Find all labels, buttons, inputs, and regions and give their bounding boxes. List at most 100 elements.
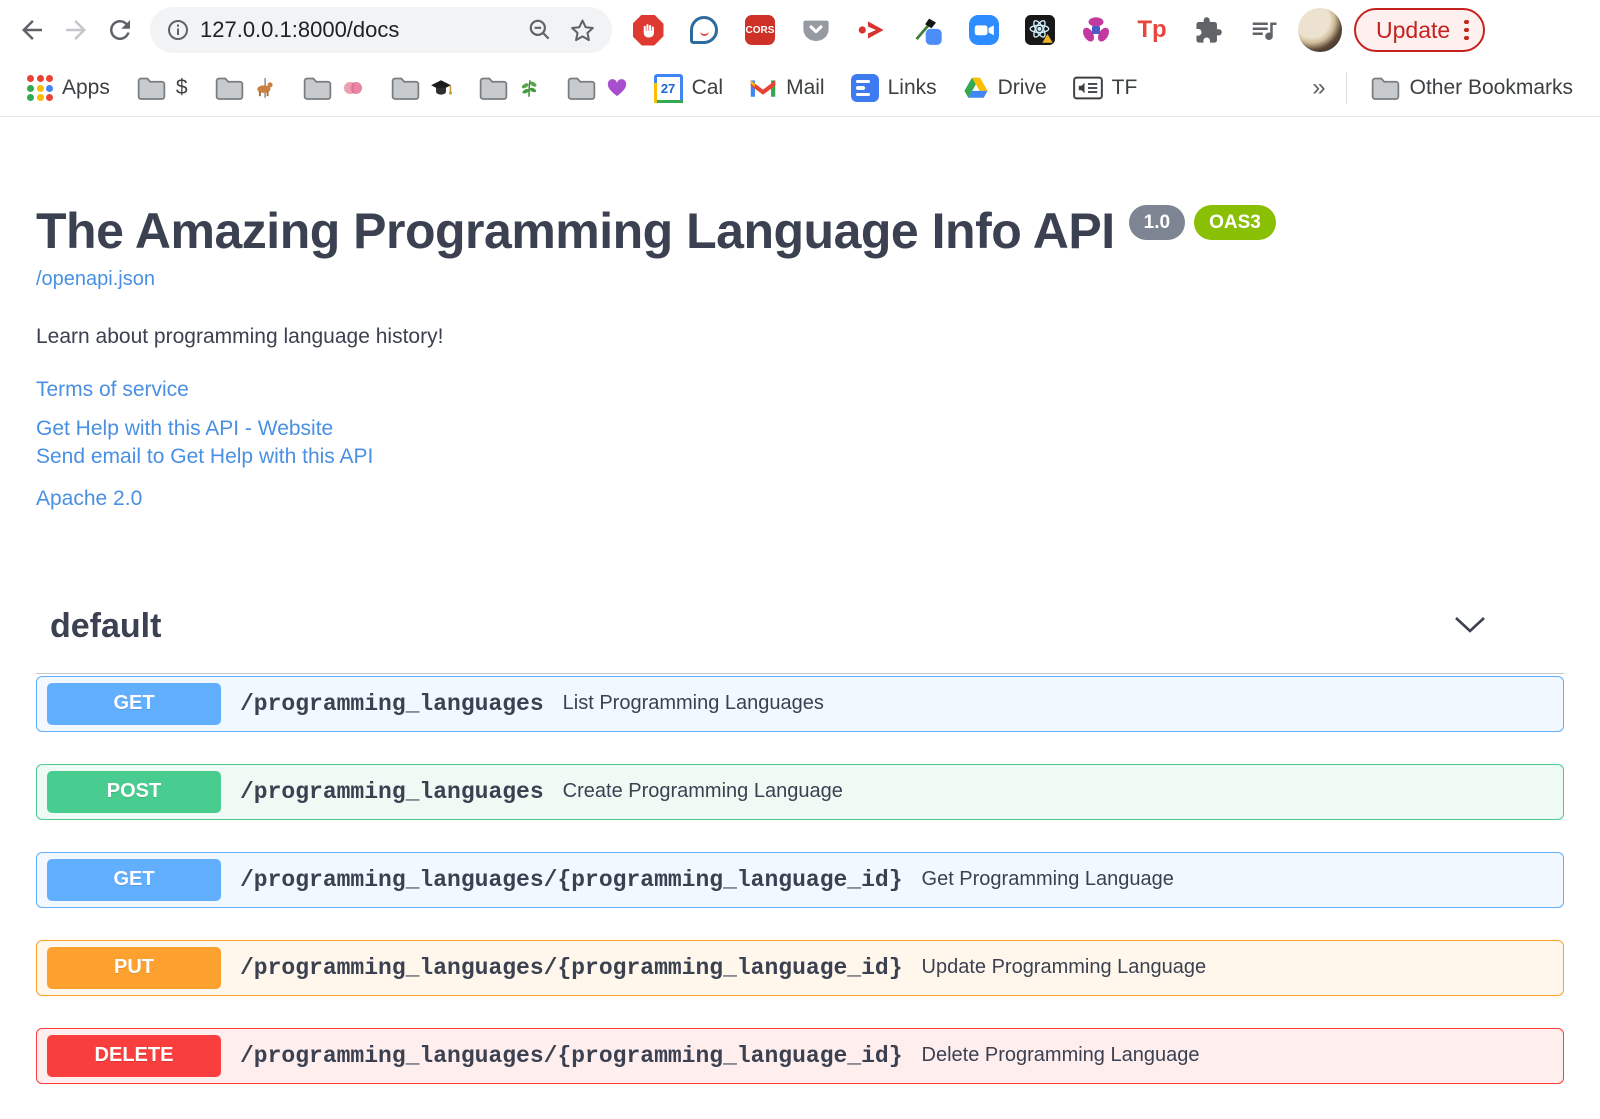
collapse-section-button[interactable] [1454,616,1564,636]
apps-grid-icon [27,75,53,101]
endpoint-summary: List Programming Languages [562,692,824,715]
media-queue-button[interactable] [1236,6,1292,54]
endpoint-path: /programming_languages [240,690,544,717]
zoom-meeting-extension-button[interactable] [956,6,1012,54]
tag-section-title: default [50,606,162,645]
folder-icon [303,77,331,100]
api-description: Learn about programming language history… [36,325,444,348]
update-button[interactable]: Update [1354,8,1485,52]
endpoint-put-update[interactable]: PUT /programming_languages/{programming_… [36,939,1564,996]
endpoint-summary: Delete Programming Language [921,1044,1200,1067]
terms-of-service-link[interactable]: Terms of service [36,378,1564,402]
help-website-link[interactable]: Get Help with this API - Website [36,415,1564,443]
bookmark-star-icon[interactable] [569,17,596,44]
send-arrow-extension-button[interactable] [844,6,900,54]
react-devtools-extension-button[interactable] [1012,6,1068,54]
extensions-button[interactable] [1180,6,1236,54]
endpoint-summary: Update Programming Language [921,956,1207,979]
page-info-icon[interactable] [166,18,190,42]
address-bar[interactable]: 127.0.0.1:8000/docs [150,7,612,53]
license-link[interactable]: Apache 2.0 [36,487,1564,511]
carousel-horse-icon [256,78,273,98]
bookmark-folder-herb[interactable] [465,68,553,108]
zoom-meeting-icon [969,15,999,45]
reload-icon [110,20,130,40]
endpoint-get-one[interactable]: GET /programming_languages/{programming_… [36,851,1564,908]
endpoint-path: /programming_languages [240,778,544,805]
folder-icon [391,77,419,100]
zoom-out-icon[interactable] [527,17,553,43]
version-badge: 1.0 [1128,205,1186,240]
bookmark-drive[interactable]: Drive [950,68,1060,108]
adblock-icon [632,14,664,46]
endpoint-summary: Get Programming Language [921,868,1174,891]
other-bookmarks[interactable]: Other Bookmarks [1357,68,1586,108]
version-badges: 1.0 OAS3 [1128,205,1276,240]
pocket-icon [803,20,829,41]
bookmark-calendar[interactable]: 27 Cal [641,68,737,108]
menu-dots-icon[interactable] [1464,19,1469,41]
method-badge: GET [47,858,221,901]
endpoint-path: /programming_languages/{programming_lang… [240,954,903,981]
oas3-badge: OAS3 [1194,205,1276,240]
endpoint-path: /programming_languages/{programming_lang… [240,1042,903,1069]
adblock-extension-button[interactable] [620,6,676,54]
other-bookmarks-label: Other Bookmarks [1409,76,1573,99]
browser-toolbar: 127.0.0.1:8000/docs CORS Tp Update [0,0,1600,60]
bookmark-links[interactable]: Links [838,68,950,108]
announcement-card-icon [1072,76,1103,100]
bookmark-folder-dollar[interactable]: $ [123,68,201,108]
bookmark-folder-brain[interactable] [289,68,377,108]
back-button[interactable] [10,8,54,52]
chat-extension-button[interactable] [676,6,732,54]
chat-bubble-icon [690,16,718,44]
bookmarks-divider [1345,72,1347,104]
bookmark-tf[interactable]: TF [1060,68,1151,108]
profile-avatar[interactable] [1298,8,1342,52]
color-picker-icon [915,18,942,45]
calendar-day: 27 [660,80,676,96]
bookmark-apps[interactable]: Apps [14,68,123,108]
tag-section-header[interactable]: default [36,607,1564,674]
endpoint-path: /programming_languages/{programming_lang… [240,866,903,893]
endpoint-summary: Create Programming Language [562,780,843,803]
react-devtools-icon [1025,15,1055,45]
endpoint-get-list[interactable]: GET /programming_languages List Programm… [36,675,1564,732]
folder-icon [567,77,595,100]
bookmark-label: Apps [62,76,110,99]
endpoint-post-create[interactable]: POST /programming_languages Create Progr… [36,763,1564,820]
bookmark-folder-purple-heart[interactable] [553,68,641,108]
bookmarks-overflow-chevron[interactable]: » [1302,74,1335,102]
gmail-icon [750,80,776,97]
cors-icon: CORS [745,15,775,45]
media-queue-icon [1252,22,1277,40]
pocket-extension-button[interactable] [788,6,844,54]
cors-extension-button[interactable]: CORS [732,6,788,54]
bookmark-mail[interactable]: Mail [736,68,838,108]
graduation-cap-icon [430,80,452,95]
links-icon [850,74,879,102]
tp-extension-button[interactable]: Tp [1124,6,1180,54]
openapi-spec-link[interactable]: /openapi.json [36,268,155,291]
reload-button[interactable] [98,8,142,52]
folder-icon [215,77,243,100]
url-text[interactable]: 127.0.0.1:8000/docs [200,17,527,43]
forward-button[interactable] [54,8,98,52]
page-title: The Amazing Programming Language Info AP… [36,203,1115,259]
method-badge: DELETE [47,1034,221,1077]
bookmark-folder-carousel-horse[interactable] [201,68,289,108]
bookmark-folder-graduation-cap[interactable] [377,68,465,108]
method-badge: POST [47,770,221,813]
help-email-link[interactable]: Send email to Get Help with this API [36,443,1564,471]
endpoint-delete[interactable]: DELETE /programming_languages/{programmi… [36,1027,1564,1084]
tp-icon: Tp [1137,16,1167,43]
flower-extension-button[interactable] [1068,6,1124,54]
bookmark-label: TF [1111,76,1138,99]
method-badge: PUT [47,946,221,989]
bookmark-label: Drive [997,76,1047,99]
flower-icon [1083,17,1109,42]
color-picker-extension-button[interactable] [900,6,956,54]
folder-icon [1371,77,1399,100]
send-arrow-icon [858,21,884,39]
brain-icon [343,82,362,94]
